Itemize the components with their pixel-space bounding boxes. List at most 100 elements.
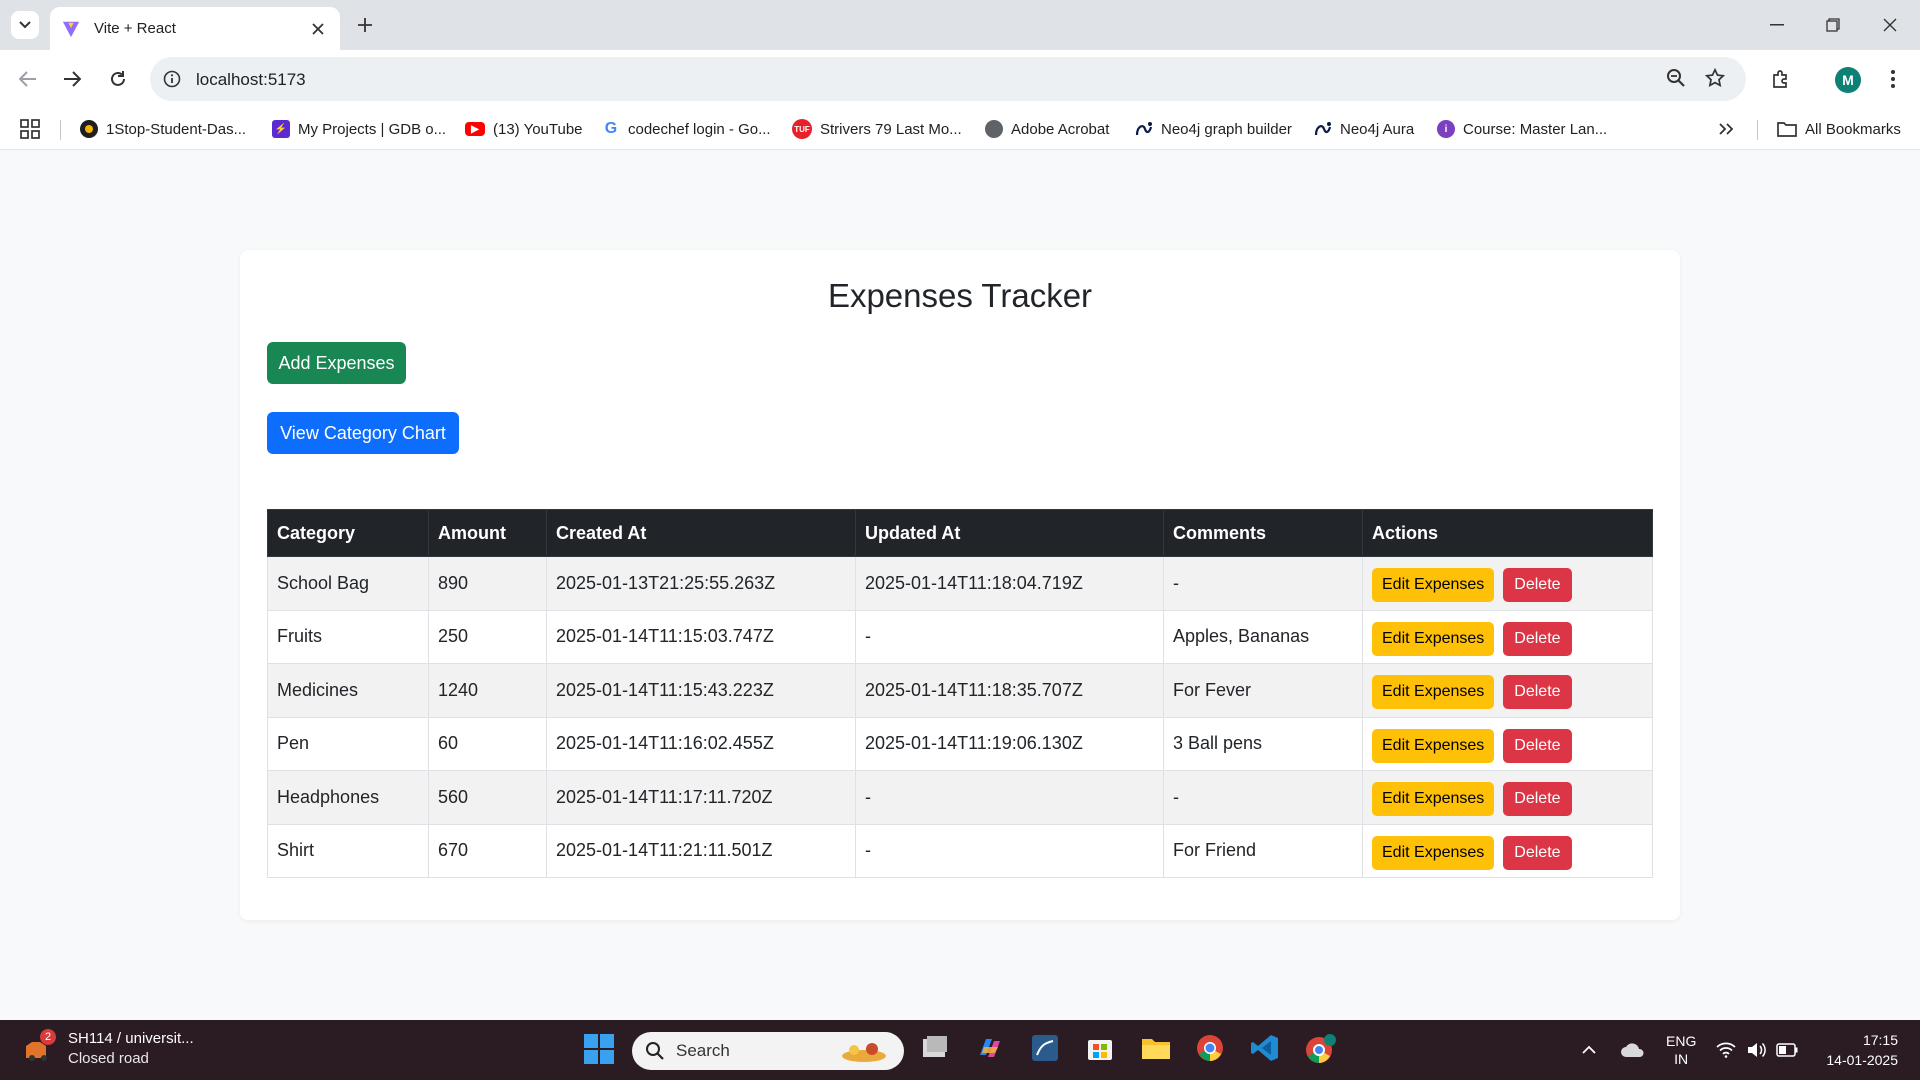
bookmark-course[interactable]: i Course: Master Lan... [1437,117,1607,141]
column-header: Comments [1163,509,1363,557]
url-text[interactable]: localhost:5173 [196,70,306,90]
cell-amount: 560 [428,770,547,825]
tab-search-button[interactable] [11,11,39,39]
view-category-chart-button[interactable]: View Category Chart [267,412,459,454]
forward-icon[interactable] [57,64,87,94]
zoom-icon[interactable] [1666,68,1688,90]
battery-icon[interactable] [1776,1020,1798,1080]
table-row: Pen 60 2025-01-14T11:16:02.455Z 2025-01-… [267,716,1653,771]
close-tab-icon[interactable] [308,19,328,39]
bookmark-label: codechef login - Go... [628,120,771,138]
bookmark-codechef[interactable]: G codechef login - Go... [602,117,771,141]
taskbar-search[interactable]: Search [632,1032,904,1070]
bookmark-strivers[interactable]: TUF Strivers 79 Last Mo... [792,117,962,141]
tab-title: Vite + React [94,20,176,37]
bookmark-label: Neo4j Aura [1340,120,1415,138]
edit-expenses-button[interactable]: Edit Expenses [1372,568,1495,603]
add-expenses-button[interactable]: Add Expenses [267,342,406,384]
vscode-icon[interactable] [1250,1033,1282,1065]
profile-avatar[interactable]: M [1835,67,1861,93]
wifi-icon[interactable] [1716,1020,1736,1080]
show-hidden-icons[interactable] [1582,1020,1596,1080]
bookmarks-bar: 1Stop-Student-Das... ⚡ My Projects | GDB… [0,108,1920,150]
system-clock[interactable]: 17:15 14-01-2025 [1812,1030,1898,1070]
microsoft-store-icon[interactable] [1085,1033,1117,1065]
more-bookmarks-icon[interactable] [1718,117,1734,141]
bookmark-youtube[interactable]: ▶ (13) YouTube [465,117,583,141]
neo4j-icon [1314,120,1332,138]
tab-strip: Vite + React [0,0,1920,50]
delete-button[interactable]: Delete [1503,728,1572,763]
more-menu-icon[interactable] [1878,64,1908,94]
onedrive-icon[interactable] [1620,1020,1646,1080]
bookmark-label: 1Stop-Student-Das... [106,120,247,138]
bookmark-label: Adobe Acrobat [1011,120,1110,138]
chrome-profile-icon[interactable] [1305,1033,1337,1065]
minimize-icon[interactable] [1757,10,1797,40]
cell-category: Pen [267,716,429,771]
edit-expenses-button[interactable]: Edit Expenses [1372,835,1495,870]
volume-icon[interactable] [1746,1020,1766,1080]
youtube-icon: ▶ [465,122,485,136]
cell-actions: Edit Expenses Delete [1362,663,1653,718]
windows-start-icon[interactable] [584,1034,614,1064]
task-view-icon[interactable] [920,1033,952,1065]
language-indicator[interactable]: ENG IN [1666,1020,1696,1080]
restore-icon[interactable] [1813,10,1853,40]
new-tab-icon[interactable] [352,12,378,38]
cell-actions: Edit Expenses Delete [1362,609,1653,664]
all-bookmarks-label: All Bookmarks [1805,120,1901,138]
column-header: Created At [546,509,856,557]
bookmark-star-icon[interactable] [1704,67,1727,90]
address-bar[interactable]: localhost:5173 [150,57,1746,101]
delete-button[interactable]: Delete [1503,675,1572,710]
weather-widget[interactable]: 2 SH114 / universit... Closed road [22,1029,194,1069]
column-header: Amount [428,509,547,557]
language-label: ENG [1666,1033,1697,1049]
bookmark-gdb[interactable]: ⚡ My Projects | GDB o... [272,117,446,141]
sql-workbench-icon[interactable] [1030,1033,1062,1065]
bookmark-label: My Projects | GDB o... [298,120,447,138]
delete-button[interactable]: Delete [1503,621,1572,656]
divider [60,120,61,140]
region-label: IN [1674,1051,1689,1067]
column-header: Category [267,509,429,557]
bookmark-acrobat[interactable]: Adobe Acrobat [985,117,1109,141]
google-icon: G [604,120,618,137]
back-icon[interactable] [13,64,43,94]
edit-expenses-button[interactable]: Edit Expenses [1372,621,1495,656]
browser-tab[interactable]: Vite + React [50,7,340,50]
edit-expenses-button[interactable]: Edit Expenses [1372,728,1495,763]
close-window-icon[interactable] [1870,10,1910,40]
delete-button[interactable]: Delete [1503,782,1572,817]
site-info-icon[interactable] [162,69,182,89]
apps-grid-icon[interactable] [20,119,42,141]
delete-button[interactable]: Delete [1503,835,1572,870]
clock-time: 17:15 [1862,1032,1898,1048]
column-header: Updated At [855,509,1164,557]
clock-date: 14-01-2025 [1826,1052,1898,1068]
cell-created: 2025-01-13T21:25:55.263Z [546,556,856,611]
reload-icon[interactable] [103,64,133,94]
chrome-icon[interactable] [1195,1033,1227,1065]
bookmark-neo4j-aura[interactable]: Neo4j Aura [1314,117,1414,141]
table-row: Medicines 1240 2025-01-14T11:15:43.223Z … [267,663,1653,718]
cell-created: 2025-01-14T11:17:11.720Z [546,770,856,825]
cell-amount: 1240 [428,663,547,718]
edit-expenses-button[interactable]: Edit Expenses [1372,675,1495,710]
delete-button[interactable]: Delete [1503,568,1572,603]
all-bookmarks[interactable]: All Bookmarks [1777,117,1901,141]
neo4j-icon [1135,120,1153,138]
bookmark-label: Strivers 79 Last Mo... [820,120,962,138]
bookmark-neo4j-builder[interactable]: Neo4j graph builder [1135,117,1292,141]
extensions-icon[interactable] [1766,64,1796,94]
edit-expenses-button[interactable]: Edit Expenses [1372,782,1495,817]
bookmark-1stop[interactable]: 1Stop-Student-Das... [80,117,246,141]
cell-category: Headphones [267,770,429,825]
traffic-alert-icon: 2 [22,1029,56,1066]
file-explorer-icon[interactable] [1140,1033,1172,1065]
copilot-icon[interactable] [975,1033,1007,1065]
cell-updated: - [855,770,1164,825]
cell-comments: Apples, Bananas [1163,609,1363,664]
cell-actions: Edit Expenses Delete [1362,823,1653,878]
